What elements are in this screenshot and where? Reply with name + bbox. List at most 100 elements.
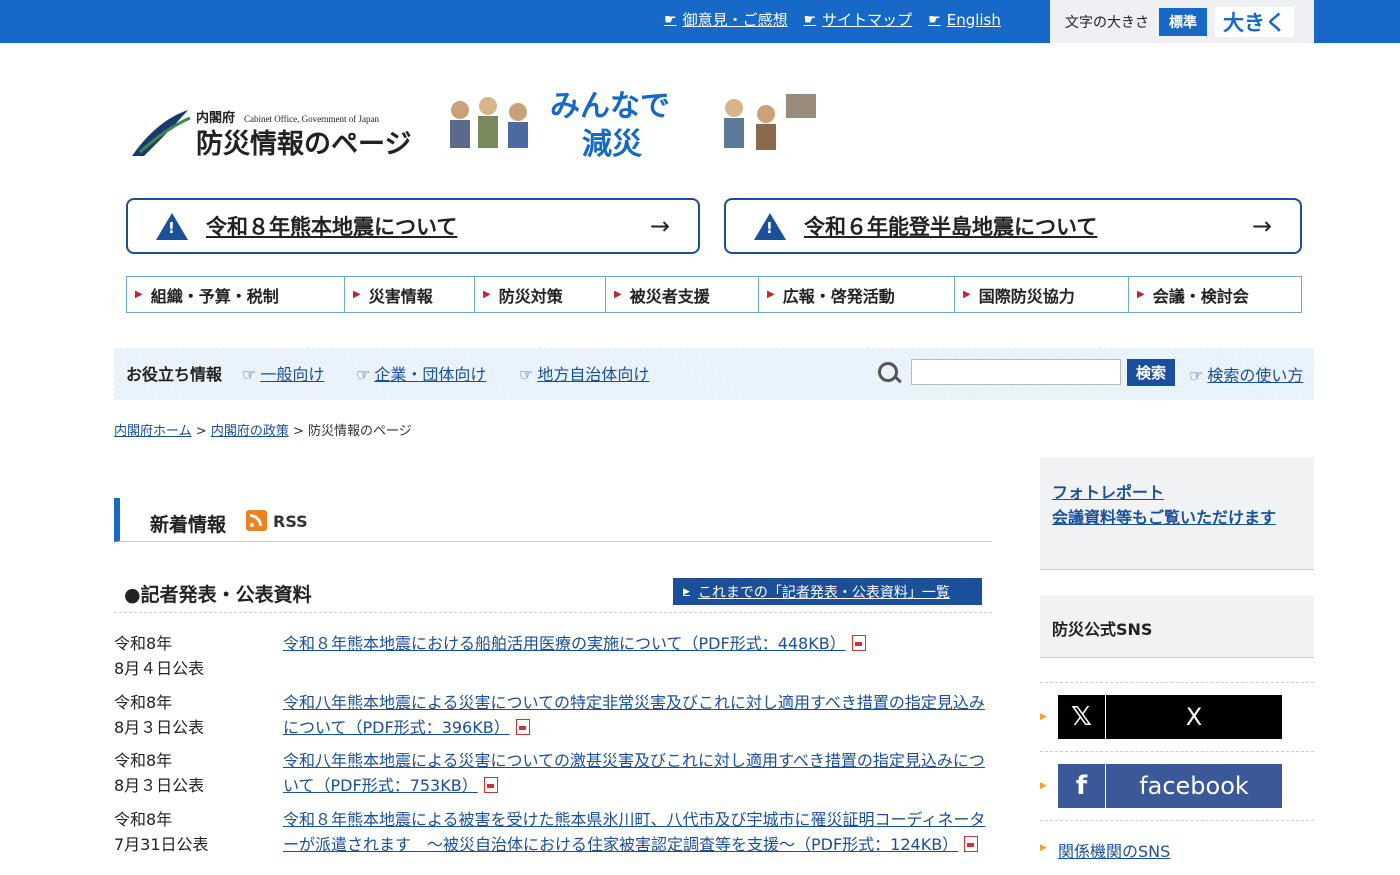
pdf-icon — [851, 635, 866, 651]
font-size-control: 文字の大きさ 標準 大きく — [1050, 0, 1314, 43]
search-icon — [878, 362, 898, 382]
gnav-label: 広報・啓発活動 — [782, 286, 895, 306]
news-date: 令和8年 8月３日公表 — [114, 751, 205, 795]
pointing-hand-icon: ☞ — [356, 365, 371, 384]
pointing-hand-icon: ☞ — [242, 365, 257, 384]
triangle-right-icon: ▶ — [353, 289, 361, 300]
top-bar: ☛ 御意見・ご感想 ☛ サイトマップ ☛ English 文字の大きさ 標準 大きく — [0, 0, 1400, 43]
sns-heading: 防災公式SNS — [1040, 595, 1314, 658]
gnav-item-organization[interactable]: ▶ 組織・予算・税制 — [127, 277, 345, 312]
sitemap-link[interactable]: ☛ サイトマップ — [804, 9, 913, 30]
search-input[interactable] — [911, 359, 1121, 385]
triangle-right-icon: ▶ — [483, 289, 491, 300]
facebook-logo-icon: f — [1058, 764, 1106, 808]
divider — [1040, 820, 1314, 821]
news-link-label: 令和八年熊本地震による災害についての激甚災害及びこれに対し適用すべき措置の指定見… — [283, 751, 985, 795]
news-title: 新着情報 — [150, 514, 227, 536]
font-size-standard-button[interactable]: 標準 — [1159, 7, 1207, 36]
useful-link-business[interactable]: ☞ 企業・団体向け — [356, 361, 486, 385]
facebook-label: facebook — [1139, 772, 1249, 800]
pointing-hand-icon: ☞ — [1189, 366, 1204, 385]
gnav-item-disaster-info[interactable]: ▶ 災害情報 — [345, 277, 475, 312]
sitemap-link-label: サイトマップ — [822, 11, 913, 29]
logo-title: 防災情報のページ — [196, 129, 411, 160]
triangle-right-icon: ▶ — [1040, 781, 1047, 791]
news-link[interactable]: 令和８年熊本地震による被害を受けた熊本県氷川町、八代市及び宇城市に罹災証明コーデ… — [283, 807, 991, 857]
triangle-right-icon: ▶ — [963, 289, 971, 300]
news-link[interactable]: 令和８年熊本地震における船舶活用医療の実施について（PDF形式：448KB） — [283, 631, 991, 656]
press-section-title: ●記者発表・公表資料 — [124, 584, 312, 606]
global-nav: ▶ 組織・予算・税制 ▶ 災害情報 ▶ 防災対策 ▶ 被災者支援 ▶ 広報・啓発活動 ▶ 国… — [126, 276, 1302, 313]
useful-link-general[interactable]: ☞ 一般向け — [242, 361, 324, 385]
news-link-label: 令和８年熊本地震における船舶活用医療の実施について（PDF形式：448KB） — [283, 634, 846, 653]
divider — [1040, 751, 1314, 752]
search-button[interactable]: 検索 — [1127, 359, 1175, 386]
gnav-item-prevention[interactable]: ▶ 防災対策 — [475, 277, 606, 312]
font-size-large-button[interactable]: 大きく — [1215, 6, 1294, 37]
banner-label: 令和８年熊本地震について — [206, 215, 458, 239]
pdf-icon — [964, 836, 979, 852]
logo-slogan-line1: みんなで — [550, 89, 670, 124]
x-sns-button[interactable]: 𝕏 X — [1058, 695, 1282, 739]
top-links: ☛ 御意見・ご感想 ☛ サイトマップ ☛ English — [664, 9, 1001, 30]
arrow-right-icon: → — [1251, 212, 1272, 240]
triangle-right-icon: ▶ — [1040, 712, 1047, 722]
useful-link-label: 一般向け — [260, 365, 325, 384]
pointing-hand-icon: ☛ — [664, 11, 677, 28]
kumamoto-earthquake-banner[interactable]: ! 令和８年熊本地震について → — [126, 198, 700, 254]
gnav-item-international[interactable]: ▶ 国際防災協力 — [955, 277, 1129, 312]
logo-org: 内閣府 — [196, 110, 235, 125]
font-size-label: 文字の大きさ — [1065, 14, 1149, 31]
photo-report-link[interactable]: フォトレポート — [1052, 479, 1164, 503]
useful-link-label: 地方自治体向け — [537, 365, 650, 384]
warning-icon: ! — [156, 212, 188, 240]
arrow-right-icon: → — [649, 212, 670, 240]
news-link[interactable]: 令和八年熊本地震による災害についての特定非常災害及びこれに対し適用すべき措置の指… — [283, 690, 991, 740]
logo-slogan-line2: 減災 — [582, 127, 643, 162]
breadcrumb-policy-link[interactable]: 内閣府の政策 — [211, 424, 289, 439]
feedback-link-label: 御意見・ご感想 — [682, 11, 788, 29]
pointing-hand-icon: ☞ — [519, 365, 534, 384]
x-logo-icon: 𝕏 — [1058, 695, 1106, 739]
site-logo[interactable]: 内閣府 Cabinet Office, Government of Japan … — [130, 80, 820, 170]
press-archive-label: これまでの「記者発表・公表資料」一覧 — [697, 584, 950, 601]
photo-report-box: フォトレポート 会議資料等もご覧いただけます — [1040, 457, 1314, 570]
triangle-right-icon: ▶ — [614, 289, 622, 300]
search-help-link[interactable]: ☞ 検索の使い方 — [1189, 362, 1303, 386]
meeting-materials-link[interactable]: 会議資料等もご覧いただけます — [1052, 504, 1276, 528]
gnav-item-public-relations[interactable]: ▶ 広報・啓発活動 — [759, 277, 955, 312]
news-link[interactable]: 令和八年熊本地震による災害についての激甚災害及びこれに対し適用すべき措置の指定見… — [283, 748, 991, 798]
pointing-hand-icon: ☛ — [803, 11, 817, 28]
useful-info-bar: お役立ち情報 ☞ 一般向け ☞ 企業・団体向け ☞ 地方自治体向け 検索 ☞ 検索の使い… — [114, 348, 1314, 400]
related-sns-link[interactable]: 関係機関のSNS — [1058, 838, 1170, 862]
news-date: 令和8年 8月３日公表 — [114, 693, 205, 737]
english-link-label: English — [946, 10, 1001, 29]
useful-info-title: お役立ち情報 — [126, 365, 223, 384]
divider — [114, 612, 992, 613]
gnav-label: 国際防災協力 — [978, 286, 1075, 306]
rss-icon[interactable] — [246, 510, 267, 531]
news-link-label: 令和８年熊本地震による被害を受けた熊本県氷川町、八代市及び宇城市に罹災証明コーデ… — [283, 810, 986, 854]
gnav-label: 会議・検討会 — [1152, 286, 1249, 306]
triangle-right-icon: ▶ — [767, 289, 775, 300]
noto-earthquake-banner[interactable]: ! 令和６年能登半島地震について → — [724, 198, 1302, 254]
feedback-link[interactable]: ☛ 御意見・ご感想 — [664, 9, 788, 30]
breadcrumb-home-link[interactable]: 内閣府ホーム — [114, 424, 192, 439]
rss-label[interactable]: RSS — [273, 512, 308, 531]
news-link-label: 令和八年熊本地震による災害についての特定非常災害及びこれに対し適用すべき措置の指… — [283, 693, 985, 737]
useful-link-label: 企業・団体向け — [374, 365, 487, 384]
triangle-right-icon: ▶ — [683, 586, 690, 597]
facebook-sns-button[interactable]: f facebook — [1058, 764, 1282, 808]
news-date: 令和8年 8月４日公表 — [114, 634, 205, 678]
gnav-item-meetings[interactable]: ▶ 会議・検討会 — [1129, 277, 1301, 312]
gnav-item-victim-support[interactable]: ▶ 被災者支援 — [606, 277, 759, 312]
triangle-right-icon: ▶ — [1040, 843, 1047, 853]
press-archive-link[interactable]: ▶ これまでの「記者発表・公表資料」一覧 — [673, 578, 982, 605]
useful-link-municipality[interactable]: ☞ 地方自治体向け — [519, 361, 649, 385]
gnav-label: 防災対策 — [498, 286, 563, 306]
x-label: X — [1185, 703, 1203, 731]
english-link[interactable]: ☛ English — [928, 9, 1001, 30]
warning-icon: ! — [754, 212, 786, 240]
pdf-icon — [515, 719, 530, 735]
divider — [1040, 682, 1314, 683]
